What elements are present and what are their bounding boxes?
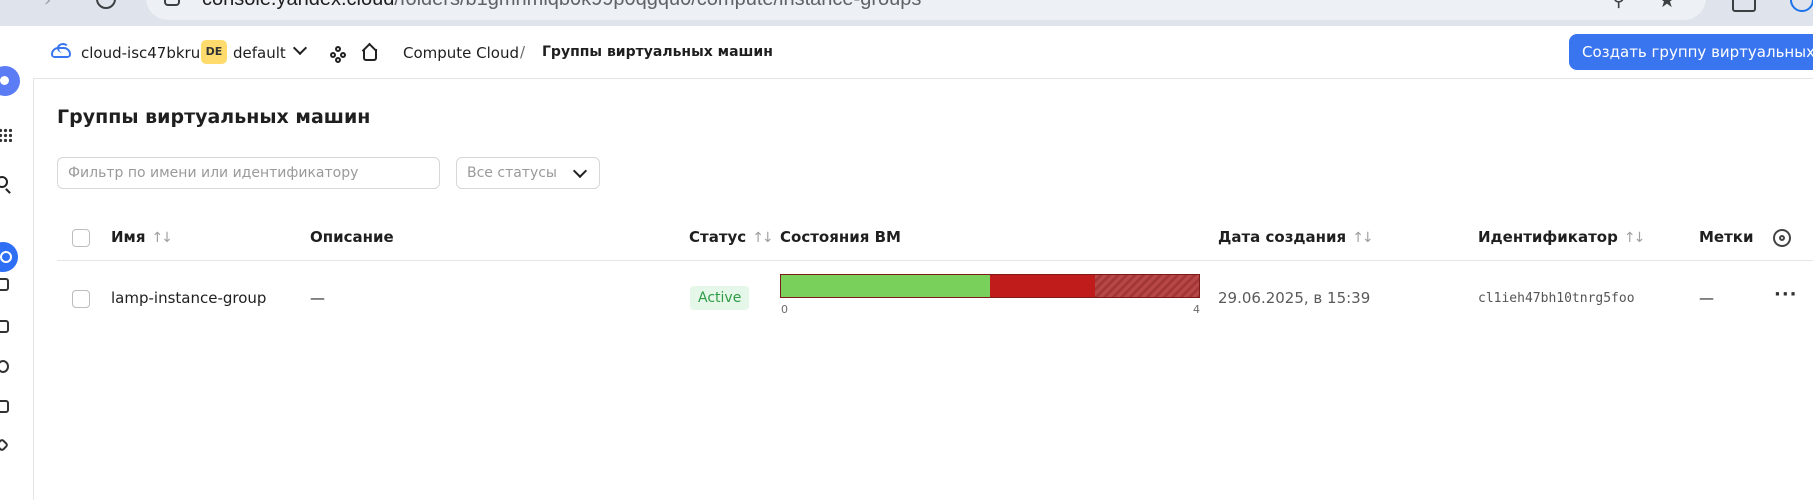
url-path: /folders/b1gmhmlqb0k99p0qgqu0/compute/in…	[394, 0, 921, 10]
column-header-vm-states: Состояния ВМ	[780, 228, 901, 246]
row-id[interactable]: cl1ieh47bh10tnrg5foo	[1478, 291, 1635, 306]
home-icon[interactable]	[362, 45, 378, 61]
column-header-labels: Метки	[1699, 228, 1754, 246]
row-labels: —	[1699, 289, 1714, 307]
breadcrumb-current: Группы виртуальных машин	[542, 44, 773, 60]
breadcrumb-separator: /	[520, 43, 526, 61]
row-name[interactable]: lamp-instance-group	[111, 289, 266, 307]
chevron-down-icon	[572, 163, 588, 179]
gear-icon[interactable]	[1773, 229, 1791, 247]
vm-bar-max: 4	[1193, 303, 1200, 316]
vm-states-bar[interactable]	[780, 274, 1200, 298]
database-icon[interactable]	[0, 320, 9, 333]
site-settings-icon[interactable]	[164, 0, 180, 6]
filter-input[interactable]	[57, 157, 440, 189]
download-icon[interactable]	[1732, 0, 1756, 12]
column-status-label: Статус	[689, 228, 747, 246]
row-description: —	[310, 289, 325, 307]
profile-icon[interactable]	[1790, 0, 1813, 12]
row-checkbox[interactable]	[72, 290, 90, 308]
vm-running-segment	[781, 275, 990, 297]
sort-icon[interactable]: ↑↓	[151, 230, 173, 246]
status-select-value: Все статусы	[467, 165, 557, 181]
column-header-status[interactable]: Статус ↑↓	[689, 228, 774, 246]
vm-bar-min: 0	[781, 303, 788, 316]
select-all-checkbox[interactable]	[72, 229, 90, 247]
cloud-icon	[51, 43, 71, 58]
disk-icon[interactable]	[0, 400, 9, 413]
folder-badge: DE	[201, 40, 227, 64]
url-text[interactable]: console.yandex.cloud/folders/b1gmhmlqb0k…	[202, 0, 921, 11]
more-icon[interactable]: ···	[1774, 286, 1798, 304]
column-header-id[interactable]: Идентификатор ↑↓	[1478, 228, 1646, 246]
column-header-description: Описание	[310, 228, 394, 246]
apps-grid-icon[interactable]	[0, 128, 12, 142]
yandex-cloud-logo-icon[interactable]	[0, 66, 20, 96]
status-select[interactable]: Все статусы	[456, 157, 600, 189]
network-icon[interactable]	[0, 360, 9, 373]
sort-icon[interactable]: ↑↓	[752, 230, 774, 246]
url-host: console.yandex.cloud	[202, 0, 394, 10]
browser-toolbar: › console.yandex.cloud/folders/b1gmhmlqb…	[0, 0, 1813, 26]
table-header-divider	[57, 260, 1813, 261]
forward-icon[interactable]: ›	[44, 0, 51, 11]
status-badge: Active	[690, 286, 750, 310]
column-header-created[interactable]: Дата создания ↑↓	[1218, 228, 1374, 246]
vm-failed-segment	[990, 275, 1095, 297]
reload-icon[interactable]	[96, 0, 116, 9]
cloud-name[interactable]: cloud-isc47bkru	[81, 44, 200, 62]
header: cloud-isc47bkru DE default Compute Cloud…	[33, 26, 1813, 79]
sort-icon[interactable]: ↑↓	[1624, 230, 1646, 246]
compute-service-icon[interactable]	[0, 242, 18, 272]
column-name-label: Имя	[111, 228, 146, 246]
key-icon[interactable]: ⚲	[1612, 0, 1625, 11]
chevron-down-icon[interactable]	[292, 40, 308, 56]
breadcrumb-compute-cloud[interactable]: Compute Cloud	[403, 44, 519, 62]
services-icon[interactable]	[330, 46, 346, 63]
layers-icon[interactable]	[0, 437, 10, 453]
column-id-label: Идентификатор	[1478, 228, 1618, 246]
folder-name[interactable]: default	[233, 44, 286, 62]
create-instance-group-button[interactable]: Создать группу виртуальных машин	[1569, 34, 1813, 70]
column-header-name[interactable]: Имя ↑↓	[111, 228, 173, 246]
sort-icon[interactable]: ↑↓	[1352, 230, 1374, 246]
column-created-label: Дата создания	[1218, 228, 1347, 246]
bookmark-star-icon[interactable]: ★	[1658, 0, 1676, 12]
search-icon[interactable]	[0, 176, 8, 188]
page-title: Группы виртуальных машин	[57, 106, 371, 128]
storage-icon[interactable]	[0, 278, 9, 291]
row-created: 29.06.2025, в 15:39	[1218, 289, 1371, 307]
vm-other-segment	[1094, 275, 1199, 297]
left-rail	[0, 26, 34, 500]
